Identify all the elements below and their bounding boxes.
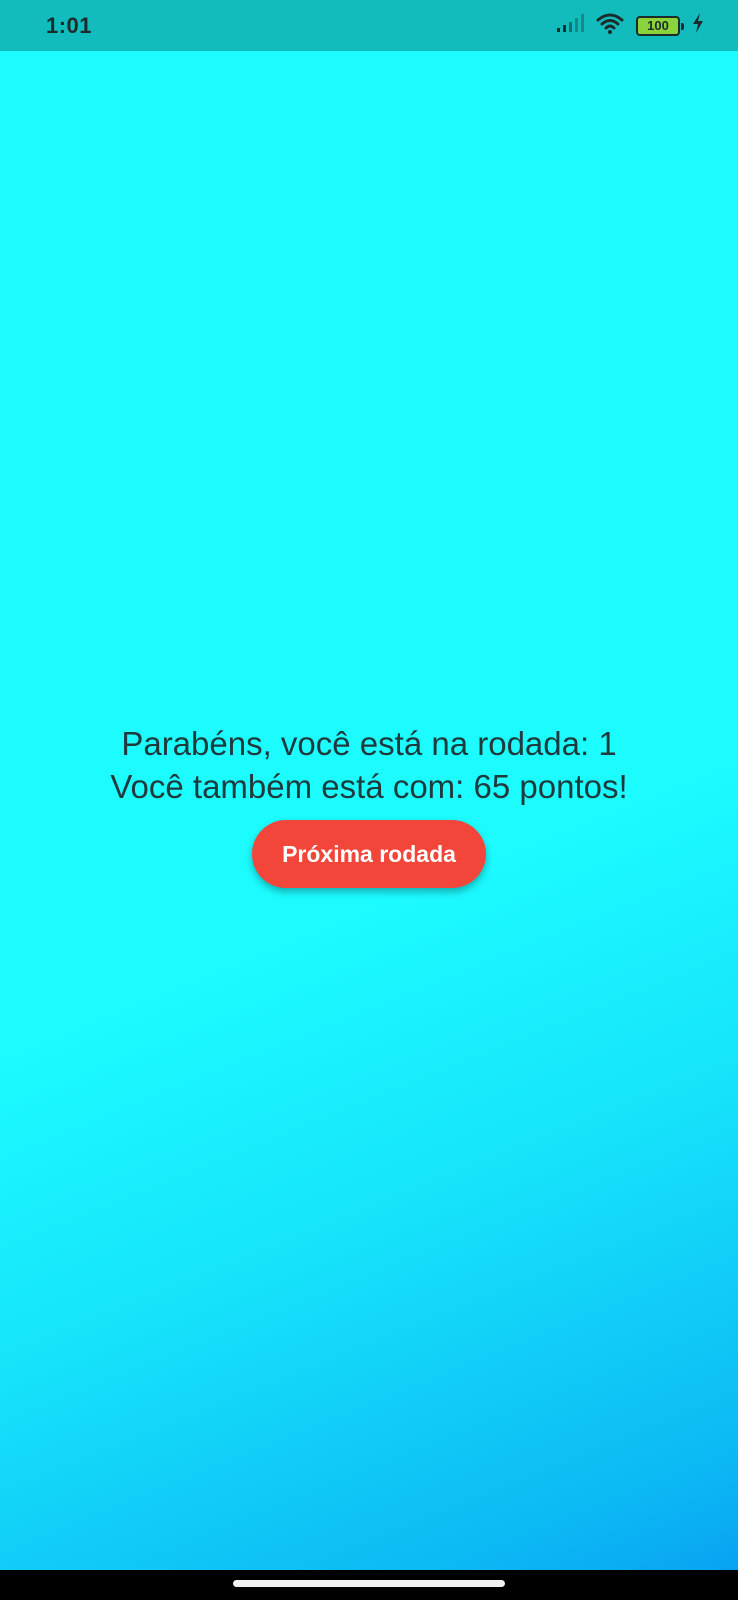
next-round-button[interactable]: Próxima rodada <box>252 820 486 888</box>
status-bar: 1:01 100 <box>0 0 738 51</box>
home-indicator[interactable] <box>233 1580 505 1587</box>
charging-icon <box>692 13 704 38</box>
status-icons: 100 <box>556 12 704 39</box>
points-message: Você também está com: 65 pontos! <box>110 768 628 805</box>
wifi-icon <box>596 12 624 39</box>
status-time: 1:01 <box>46 12 93 38</box>
round-message: Parabéns, você está na rodada: 1 <box>121 725 617 762</box>
app-screen: 1:01 100 Parabéns, você está na rodada: … <box>0 0 738 1600</box>
navigation-bar <box>0 1570 738 1600</box>
signal-icon <box>556 13 584 38</box>
battery-icon: 100 <box>636 15 684 36</box>
round-result-panel: Parabéns, você está na rodada: 1 Você ta… <box>0 722 738 888</box>
battery-level: 100 <box>647 18 669 33</box>
